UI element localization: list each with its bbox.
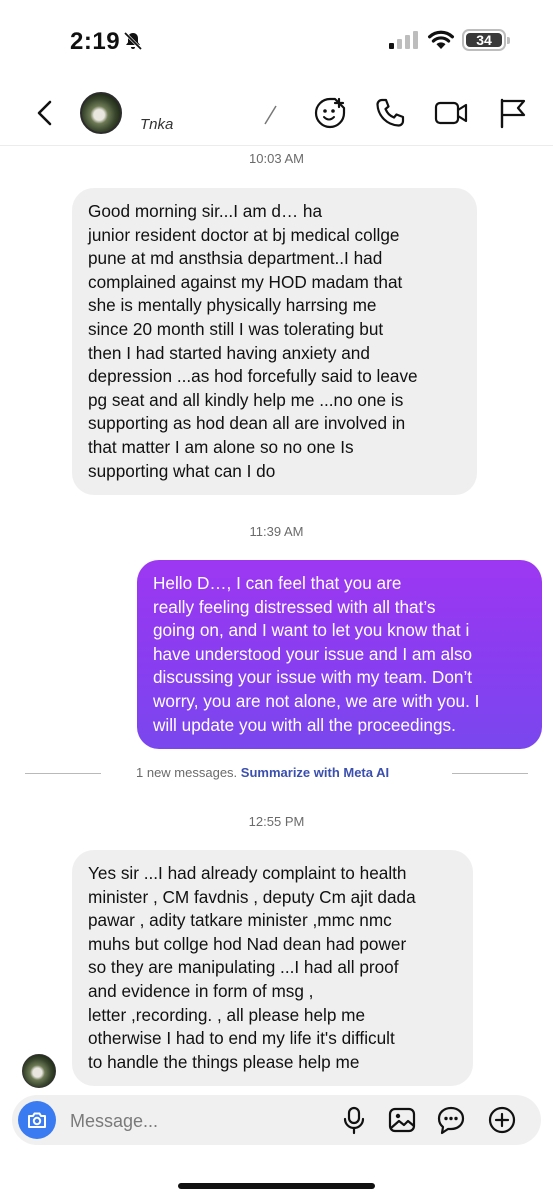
- message-line: that matter I am alone so no one Is: [88, 436, 354, 457]
- message-line: worry, you are not alone, we are with yo…: [153, 690, 480, 711]
- message-line: depression ...as hod forcefully said to …: [88, 366, 418, 387]
- chat-bubble-icon[interactable]: [436, 1105, 466, 1135]
- message-composer: [12, 1095, 541, 1145]
- gallery-icon[interactable]: [387, 1105, 417, 1135]
- message-line: so they are manipulating ...I had all pr…: [88, 957, 399, 978]
- mic-icon[interactable]: [339, 1105, 369, 1135]
- flag-icon[interactable]: [496, 96, 530, 130]
- status-bar: 2:19 34: [0, 0, 553, 80]
- video-icon[interactable]: [434, 96, 468, 130]
- message-line: Hello D…, I can feel that you are: [153, 573, 402, 593]
- message-line: going on, and I want to let you know tha…: [153, 620, 470, 641]
- sticker-icon[interactable]: [313, 96, 347, 130]
- message-line: to handle the things please help me: [88, 1051, 360, 1072]
- message-line: junior resident doctor at bj medical col…: [88, 224, 400, 245]
- incoming-message[interactable]: Yes sir ...I had already complaint to he…: [72, 850, 473, 1087]
- message-line: since 20 month still I was tolerating bu…: [88, 318, 384, 339]
- plus-icon[interactable]: [487, 1105, 517, 1135]
- message-line: letter ,recording. , all please help me: [88, 1004, 366, 1025]
- status-time: 2:19: [70, 28, 121, 55]
- bell-slash-icon: [123, 31, 143, 51]
- new-messages-label: 1 new messages.: [136, 765, 238, 780]
- message-line: will update you with all the proceedings…: [153, 714, 456, 735]
- home-indicator[interactable]: [178, 1183, 375, 1189]
- divider-line: [25, 773, 101, 774]
- message-line: she is mentally physically harrsing me: [88, 295, 377, 316]
- battery-level: 34: [466, 32, 502, 48]
- message-line: pg seat and all kindly help me ...no one…: [88, 389, 404, 410]
- message-line: have understood your issue and I am also: [153, 643, 473, 664]
- battery-indicator: 34: [462, 29, 510, 51]
- camera-icon: [28, 1112, 46, 1128]
- message-line: really feeling distressed with all that’…: [153, 596, 436, 617]
- message-line: minister , CM favdnis , deputy Cm ajit d…: [88, 886, 416, 907]
- camera-button[interactable]: [18, 1101, 56, 1139]
- chevron-right-icon[interactable]: [261, 102, 279, 128]
- message-line: complained against my HOD madam that: [88, 271, 403, 292]
- divider-line: [452, 773, 528, 774]
- message-line: otherwise I had to end my life it's diff…: [88, 1028, 395, 1049]
- message-line: pune at md ansthsia department..I had: [88, 248, 383, 269]
- message-line: then I had started having anxiety and: [88, 342, 370, 363]
- signal-icon: [389, 31, 418, 49]
- message-line: muhs but collge hod Nad dean had power: [88, 933, 407, 954]
- incoming-message[interactable]: Good morning sir...I am d… ha junior res…: [72, 188, 477, 496]
- phone-icon[interactable]: [373, 96, 407, 130]
- message-line: Yes sir ...I had already complaint to he…: [88, 863, 407, 883]
- message-line: discussing your issue with my team. Don’…: [153, 667, 473, 688]
- wifi-icon: [428, 30, 454, 49]
- message-line: and evidence in form of msg ,: [88, 980, 314, 1001]
- sender-avatar[interactable]: [22, 1054, 56, 1088]
- message-line: pawar , adity tatkare minister ,mmc nmc: [88, 910, 392, 931]
- summarize-meta-ai-link[interactable]: Summarize with Meta AI: [241, 765, 389, 780]
- battery-nub: [507, 37, 510, 44]
- message-timestamp: 12:55 PM: [248, 814, 305, 829]
- chat-header: Tnka: [0, 80, 553, 146]
- back-button[interactable]: [30, 98, 60, 128]
- message-line: Good morning sir...I am d… ha: [88, 201, 323, 221]
- message-line: supporting as hod dean all are involved …: [88, 413, 406, 434]
- outgoing-message[interactable]: Hello D…, I can feel that you are really…: [137, 560, 542, 750]
- message-timestamp: 11:39 AM: [249, 524, 304, 539]
- message-line: supporting what can I do: [88, 460, 276, 481]
- new-messages-notice: 1 new messages. Summarize with Meta AI: [136, 765, 389, 780]
- message-input[interactable]: [70, 1109, 320, 1133]
- message-timestamp: 10:03 AM: [249, 151, 304, 166]
- contact-name[interactable]: Tnka: [140, 116, 173, 133]
- new-messages-divider: 1 new messages. Summarize with Meta AI: [0, 762, 553, 784]
- contact-avatar[interactable]: [80, 92, 122, 134]
